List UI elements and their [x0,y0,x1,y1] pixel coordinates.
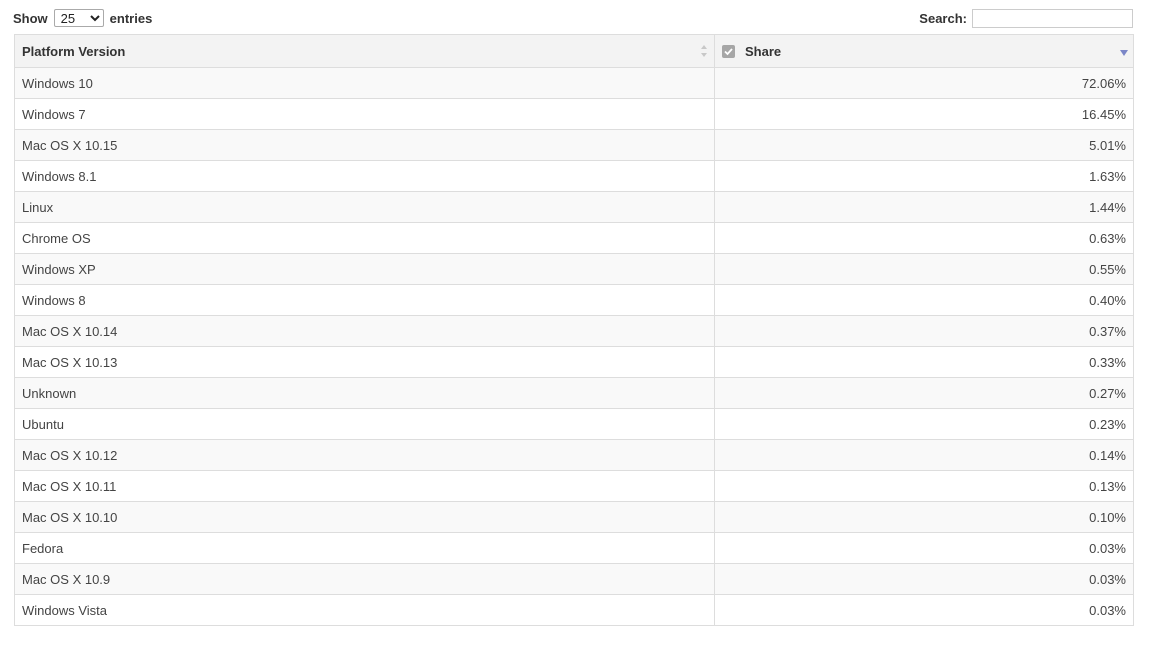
table-row: Mac OS X 10.12 0.14% [13,439,1134,471]
cell-share: 0.40% [714,284,1134,316]
table-row: Chrome OS 0.63% [13,222,1134,254]
cell-platform: Mac OS X 10.13 [13,346,716,378]
page-length-select[interactable]: 102550100 [53,9,104,27]
table-row: Mac OS X 10.9 0.03% [13,563,1134,595]
cell-share: 1.63% [714,160,1134,192]
cell-platform: Mac OS X 10.15 [13,129,716,161]
cell-platform: Mac OS X 10.12 [13,439,716,471]
table-row: Windows XP 0.55% [13,253,1134,285]
column-header-platform-label: Platform Version [22,43,126,59]
cell-share: 16.45% [714,98,1134,130]
cell-share: 0.63% [714,222,1134,254]
table-row: Windows 8 0.40% [13,284,1134,316]
table-row: Mac OS X 10.13 0.33% [13,346,1134,378]
data-table: Platform Version Share Windows 1072.06% [13,34,1134,626]
cell-platform: Unknown [13,377,716,409]
search-control: Search: [919,9,1133,28]
table-row: Mac OS X 10.11 0.13% [13,470,1134,502]
column-header-share[interactable]: Share [714,34,1134,68]
search-input[interactable] [972,9,1133,28]
table-row: Windows 8.1 1.63% [13,160,1134,192]
table-row: Fedora 0.03% [13,532,1134,564]
cell-platform: Windows 10 [13,67,716,99]
checkbox-checked-icon[interactable] [722,44,736,58]
cell-platform: Chrome OS [13,222,716,254]
table-controls: Show 102550100 entries Search: [0,0,1151,34]
table-row: Unknown 0.27% [13,377,1134,409]
table-row: Ubuntu 0.23% [13,408,1134,440]
column-header-share-label: Share [744,43,782,59]
cell-platform: Windows XP [13,253,716,285]
cell-share: 0.03% [714,532,1134,564]
cell-share: 0.10% [714,501,1134,533]
cell-share: 0.03% [714,594,1134,626]
cell-share: 0.27% [714,377,1134,409]
table-row: Mac OS X 10.15 5.01% [13,129,1134,161]
cell-platform: Windows 7 [13,98,716,130]
cell-platform: Mac OS X 10.11 [13,470,716,502]
cell-platform: Windows 8 [13,284,716,316]
cell-share: 0.37% [714,315,1134,347]
table-row: Windows Vista 0.03% [13,594,1134,626]
cell-share: 0.23% [714,408,1134,440]
cell-platform: Mac OS X 10.9 [13,563,716,595]
table-row: Mac OS X 10.14 0.37% [13,315,1134,347]
cell-platform: Ubuntu [13,408,716,440]
cell-platform: Linux [13,191,716,223]
cell-share: 5.01% [714,129,1134,161]
cell-share: 0.03% [714,563,1134,595]
sort-desc-icon [1120,50,1128,56]
cell-share: 0.55% [714,253,1134,285]
cell-platform: Windows Vista [13,594,716,626]
table-row: Windows 10 72.06% [13,67,1134,99]
column-header-platform[interactable]: Platform Version [13,34,716,68]
cell-platform: Fedora [13,532,716,564]
cell-platform: Mac OS X 10.10 [13,501,716,533]
show-label: Show [13,10,48,26]
cell-share: 0.13% [714,470,1134,502]
table-row: Mac OS X 10.10 0.10% [13,501,1134,533]
cell-share: 72.06% [714,67,1134,99]
cell-share: 0.33% [714,346,1134,378]
table-row: Linux 1.44% [13,191,1134,223]
table-row: Windows 7 16.45% [13,98,1134,130]
sort-both-icon [701,45,708,57]
cell-share: 0.14% [714,439,1134,471]
cell-platform: Windows 8.1 [13,160,716,192]
search-label: Search: [919,11,967,26]
page-length-control: Show 102550100 entries [13,9,152,27]
cell-platform: Mac OS X 10.14 [13,315,716,347]
header-row: Platform Version Share [13,34,1134,68]
entries-label: entries [109,10,153,26]
cell-share: 1.44% [714,191,1134,223]
